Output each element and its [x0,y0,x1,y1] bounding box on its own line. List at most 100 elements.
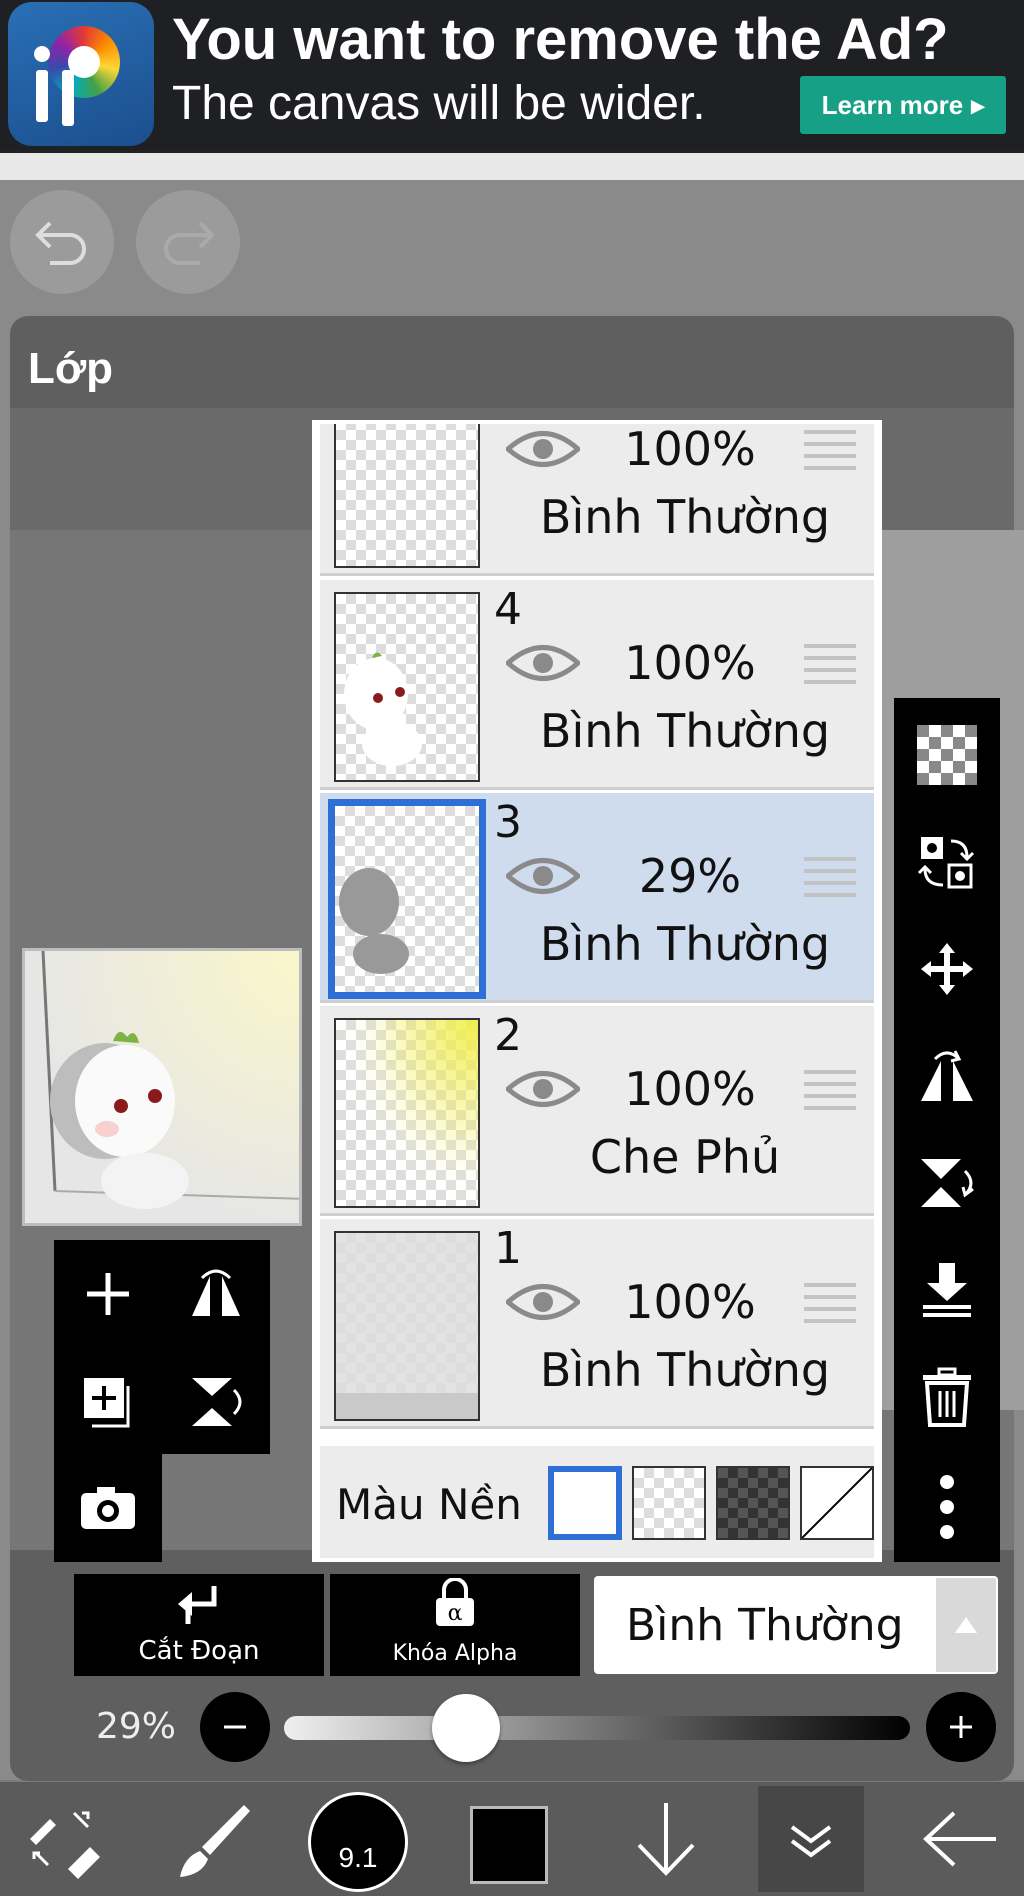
learn-more-button[interactable]: Learn more ▸ [800,76,1006,134]
clip-arrow-icon [178,1586,217,1624]
eye-icon[interactable] [506,1068,580,1110]
layer-thumbnail [334,1231,480,1421]
ad-subline: The canvas will be wider. [172,77,706,130]
layer-thumbnail [334,1018,480,1208]
brush-size-value: 9.1 [338,1842,378,1873]
layer-row[interactable]: 1 100% Bình Thường [320,1219,874,1429]
opacity-increase-button[interactable] [926,1692,996,1762]
canvas-preview[interactable] [22,948,302,1226]
drag-handle-icon[interactable] [804,644,856,684]
layer-number: 4 [494,584,522,635]
layer-row[interactable]: 2 100% Che Phủ [320,1006,874,1216]
swatch-transparent[interactable] [632,1466,706,1540]
swatch-none[interactable] [800,1466,874,1540]
merge-down-button[interactable] [894,1236,1000,1342]
brush-icon [180,1805,250,1877]
undo-icon [35,221,86,265]
eye-icon[interactable] [506,1281,580,1323]
move-button[interactable] [894,916,1000,1022]
layer-opacity: 100% [624,636,756,690]
learn-more-label: Learn more [821,89,964,120]
eye-icon[interactable] [506,855,580,897]
swatch-white[interactable] [548,1466,622,1540]
eye-icon[interactable] [506,428,580,470]
layer-blend-mode: Bình Thường [539,490,831,544]
layer-blend-mode: Bình Thường [539,704,831,758]
triangle-up-icon [955,1617,977,1633]
back-button[interactable] [910,1786,1010,1892]
lock-icon: α [436,1578,474,1626]
layer-number: 3 [494,797,522,848]
svg-text:α: α [448,1601,463,1626]
flip-vertical-icon [921,1159,974,1207]
flip-horizontal-icon [192,1269,240,1316]
clipping-label: Cắt Đoạn [138,1636,260,1666]
layer-opacity: 29% [638,849,742,903]
clipping-button[interactable]: Cắt Đoạn [74,1574,324,1676]
arrow-down-icon [637,1803,695,1876]
left-tool-palette [54,1240,270,1454]
layer-number: 5 [494,420,522,421]
layer-opacity: 100% [624,1062,756,1116]
undo-button[interactable] [10,190,114,294]
layer-row[interactable]: 5 100% Bình Thường [320,420,874,576]
duplicate-layer-button[interactable] [54,1348,162,1456]
layer-blend-mode: Bình Thường [539,1343,831,1397]
chevron-double-down-icon [790,1825,832,1858]
no-background-icon [801,1467,873,1539]
layers-toggle-icon-wrap [758,1786,864,1892]
flip-horizontal-right-button[interactable] [894,1024,1000,1130]
more-options-button[interactable] [894,1454,1000,1560]
camera-button[interactable] [54,1454,162,1562]
flip-horizontal-icon [921,1050,973,1101]
layer-number: 1 [494,1223,522,1274]
checker-icon [917,725,977,785]
swap-layer-button[interactable] [894,810,1000,916]
layer-thumbnail [328,799,486,999]
layer-blend-mode: Che Phủ [589,1130,781,1184]
plus-icon [87,1273,129,1315]
ad-banner[interactable]: You want to remove the Ad? The canvas wi… [0,0,1024,150]
layer-row[interactable]: 4 100% Bình Thường [320,580,874,790]
swap-icon [917,837,975,889]
blend-mode-value: Bình Thường [626,1600,904,1651]
background-color-label: Màu Nền [336,1480,522,1529]
add-layer-button[interactable] [54,1240,162,1348]
layer-blend-mode: Bình Thường [539,917,831,971]
plus-icon [950,1716,972,1738]
brush-eraser-icon [30,1811,100,1879]
redo-button[interactable] [136,190,240,294]
transparency-button[interactable] [894,702,1000,808]
alpha-lock-button[interactable]: α Khóa Alpha [330,1574,580,1676]
flip-vertical-icon [192,1378,242,1426]
drag-handle-icon[interactable] [804,857,856,897]
drag-handle-icon[interactable] [804,1283,856,1323]
layer-row-selected[interactable]: 3 29% Bình Thường [320,793,874,1003]
flip-horizontal-button[interactable] [162,1240,270,1348]
ad-divider [0,150,1024,180]
layer-thumbnail [334,592,480,782]
arrow-down-button[interactable] [616,1786,716,1892]
eye-icon[interactable] [506,642,580,684]
ad-headline: You want to remove the Ad? [172,7,949,72]
delete-layer-button[interactable] [894,1344,1000,1450]
blend-mode-dropdown-button[interactable] [936,1578,996,1672]
minus-icon [224,1725,246,1729]
more-vertical-icon [940,1475,954,1539]
color-picker-button[interactable] [470,1806,548,1884]
flip-vertical-button[interactable] [162,1348,270,1456]
tool-select-button[interactable] [14,1786,114,1892]
layer-list[interactable]: 5 100% Bình Thường 4 100% Bình Thường 3 … [312,420,882,1562]
brush-button[interactable] [162,1786,262,1892]
drag-handle-icon[interactable] [804,1070,856,1110]
opacity-decrease-button[interactable] [200,1692,270,1762]
drag-handle-icon[interactable] [804,430,856,470]
opacity-slider-track[interactable] [284,1716,910,1740]
app-logo-icon [8,2,154,146]
layer-number: 2 [494,1010,522,1061]
arrow-left-icon [923,1811,996,1867]
background-color-row: Màu Nền [320,1446,874,1558]
flip-vertical-right-button[interactable] [894,1130,1000,1236]
opacity-slider-handle[interactable] [431,1694,500,1762]
swatch-dark-checker[interactable] [716,1466,790,1540]
